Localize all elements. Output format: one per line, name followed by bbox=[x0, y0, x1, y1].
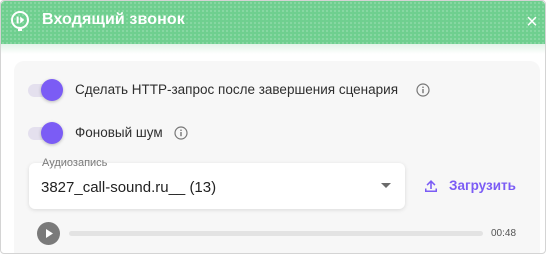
info-icon[interactable] bbox=[416, 83, 430, 97]
panel-header: Входящий звонок × bbox=[1, 1, 545, 44]
audio-duration: 00:48 bbox=[491, 228, 517, 239]
audio-select-value: 3827_call-sound.ru__ (13) bbox=[41, 179, 217, 196]
background-noise-label: Фоновый шум bbox=[75, 125, 163, 140]
audio-select[interactable]: 3827_call-sound.ru__ (13) bbox=[29, 163, 405, 209]
close-icon: × bbox=[526, 11, 538, 33]
audio-select-legend: Аудиозапись bbox=[42, 157, 108, 169]
close-button[interactable]: × bbox=[523, 11, 541, 33]
play-icon bbox=[46, 229, 53, 238]
header-shadow bbox=[1, 44, 545, 54]
http-request-label: Сделать HTTP-запрос после завершения сце… bbox=[75, 82, 399, 97]
toggle-knob bbox=[41, 79, 63, 101]
http-request-toggle[interactable] bbox=[28, 79, 64, 101]
incoming-call-panel: Входящий звонок × Сделать HTTP-запрос по… bbox=[0, 0, 546, 254]
toggle-knob bbox=[41, 122, 63, 144]
info-icon[interactable] bbox=[174, 126, 188, 140]
incoming-call-icon bbox=[11, 11, 29, 31]
upload-icon bbox=[425, 180, 437, 192]
upload-label: Загрузить bbox=[449, 178, 516, 193]
background-noise-toggle[interactable] bbox=[28, 122, 64, 144]
upload-button[interactable]: Загрузить bbox=[419, 173, 519, 199]
panel-title: Входящий звонок bbox=[42, 11, 185, 28]
audio-progress-bar[interactable] bbox=[69, 231, 483, 236]
play-button[interactable] bbox=[37, 222, 60, 245]
chevron-down-icon bbox=[381, 183, 391, 188]
